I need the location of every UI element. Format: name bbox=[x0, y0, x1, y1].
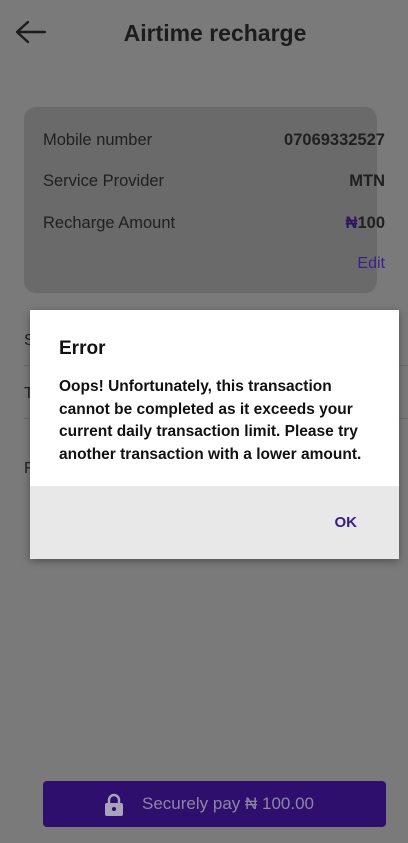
error-dialog: Error Oops! Unfortunately, this transact… bbox=[30, 310, 399, 559]
ok-button[interactable]: OK bbox=[335, 514, 358, 531]
dialog-footer: OK bbox=[30, 486, 399, 559]
header: Airtime recharge bbox=[0, 0, 408, 72]
naira-symbol: ₦ bbox=[345, 214, 358, 232]
recharge-amount-label: Recharge Amount bbox=[43, 214, 176, 232]
securely-pay-button[interactable]: Securely pay ₦ 100.00 bbox=[43, 781, 386, 827]
service-provider-value: MTN bbox=[349, 172, 385, 190]
lock-icon bbox=[105, 793, 123, 816]
pay-button-label: Securely pay ₦ 100.00 bbox=[142, 794, 314, 813]
amount-number: 100 bbox=[357, 214, 385, 232]
mobile-number-label: Mobile number bbox=[43, 131, 153, 149]
edit-link[interactable]: Edit bbox=[357, 255, 385, 273]
recharge-summary-card: Mobile number 07069332527 Service Provid… bbox=[24, 107, 385, 293]
mobile-number-value: 07069332527 bbox=[284, 131, 385, 149]
page-title: Airtime recharge bbox=[123, 20, 307, 46]
dialog-title: Error bbox=[59, 338, 106, 359]
dialog-message: Oops! Unfortunately, this transaction ca… bbox=[59, 378, 362, 463]
recharge-amount-value: ₦100 bbox=[346, 214, 385, 233]
service-provider-label: Service Provider bbox=[43, 172, 165, 190]
